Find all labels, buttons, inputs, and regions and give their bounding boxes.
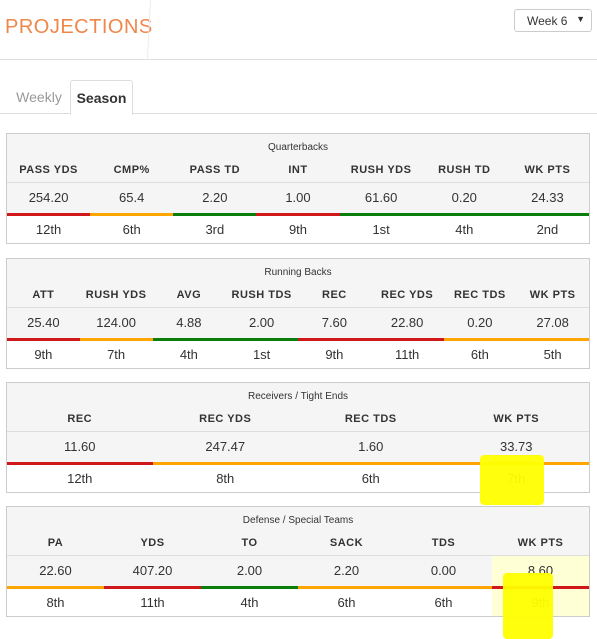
values-row: 22.60 407.20 2.00 2.20 0.00 8.60 bbox=[7, 556, 589, 586]
panel-quarterbacks: Quarterbacks PASS YDS CMP% PASS TD INT RUSH Y… bbox=[6, 133, 590, 244]
rank-value: 4th bbox=[240, 595, 259, 610]
rank-value: 6th bbox=[434, 595, 453, 610]
column-header: AVG bbox=[176, 289, 202, 301]
rank-value: 6th bbox=[361, 471, 380, 486]
column-header: PASS TD bbox=[189, 164, 241, 176]
column-header: ATT bbox=[32, 289, 55, 301]
rank-value: 8th bbox=[216, 471, 235, 486]
stat-value: 2.00 bbox=[248, 315, 275, 330]
stat-value: 65.4 bbox=[119, 190, 145, 205]
ranks-row: 12th 6th 3rd 9th 1st 4th 2nd bbox=[7, 216, 589, 243]
rank-value: 6th bbox=[470, 347, 489, 362]
stat-value: 124.00 bbox=[96, 315, 136, 330]
column-header: REC TDS bbox=[453, 289, 506, 301]
column-header: SACK bbox=[329, 537, 364, 549]
caret-down-icon: ▼ bbox=[576, 14, 585, 24]
column-header-row: REC REC YDS REC TDS WK PTS bbox=[7, 407, 589, 432]
column-header: WK PTS bbox=[493, 413, 540, 425]
column-header: RUSH TDS bbox=[231, 289, 292, 301]
stat-value: 247.47 bbox=[205, 439, 246, 454]
rank-value: 4th bbox=[455, 222, 474, 237]
rank-value: 12th bbox=[35, 222, 62, 237]
week-select-value: Week 6 bbox=[527, 14, 568, 28]
rank-value: 3rd bbox=[205, 222, 225, 237]
highlighter-mark bbox=[480, 455, 544, 505]
tab-season[interactable]: Season bbox=[70, 80, 133, 115]
stat-value: 22.80 bbox=[390, 315, 424, 330]
column-header: CMP% bbox=[113, 164, 150, 176]
column-header: REC bbox=[67, 413, 93, 425]
stat-value: 2.20 bbox=[202, 190, 228, 205]
column-header: TDS bbox=[431, 537, 456, 549]
stat-value: 25.40 bbox=[27, 315, 60, 330]
column-header-row: ATT RUSH YDS AVG RUSH TDS REC REC YDS REC TDS W… bbox=[7, 283, 589, 308]
stat-value: 4.88 bbox=[176, 315, 202, 330]
rank-value: 6th bbox=[337, 595, 356, 610]
tab-bar: Weekly Season bbox=[0, 80, 597, 115]
stat-value: 1.60 bbox=[358, 439, 384, 454]
highlighter-mark bbox=[503, 573, 553, 639]
stat-value: 7.60 bbox=[321, 315, 348, 330]
stat-value: 254.20 bbox=[28, 190, 69, 205]
values-row: 254.20 65.4 2.20 1.00 61.60 0.20 24.33 bbox=[7, 183, 589, 213]
rank-value: 9th bbox=[288, 222, 308, 237]
column-header: RUSH TD bbox=[438, 164, 491, 176]
rank-value: 7th bbox=[107, 347, 126, 362]
panel-title: Receivers / Tight Ends bbox=[7, 383, 589, 407]
rank-value: 4th bbox=[179, 347, 198, 362]
rank-value: 8th bbox=[46, 595, 65, 610]
week-select[interactable]: Week 6 ▼ bbox=[514, 9, 592, 32]
column-header: WK PTS bbox=[524, 164, 571, 176]
rank-value: 6th bbox=[122, 222, 141, 237]
rank-value: 2nd bbox=[536, 222, 559, 237]
stat-value: 11.60 bbox=[63, 439, 96, 454]
rank-value: 1st bbox=[252, 347, 271, 362]
column-header: YDS bbox=[140, 537, 165, 549]
stat-value: 1.00 bbox=[285, 190, 311, 205]
column-header-row: PA YDS TO SACK TDS WK PTS bbox=[7, 531, 589, 556]
panel-title: Quarterbacks bbox=[7, 134, 589, 158]
page-title: PROJECTIONS bbox=[5, 16, 153, 38]
column-header: REC bbox=[322, 289, 347, 301]
stat-value: 407.20 bbox=[132, 563, 173, 578]
ranks-row: 8th11th4th6th6th9th bbox=[7, 589, 589, 616]
ranks-row: 9th 7th 4th 1st 9th 11th 6th 5th bbox=[7, 341, 589, 368]
column-header: RUSH YDS bbox=[85, 289, 147, 301]
column-header: REC YDS bbox=[381, 289, 434, 301]
tab-weekly[interactable]: Weekly bbox=[8, 80, 70, 114]
rank-value: 11th bbox=[140, 595, 165, 610]
column-header: INT bbox=[288, 164, 308, 176]
stat-value: 27.08 bbox=[536, 315, 569, 330]
column-header: WK PTS bbox=[529, 289, 576, 301]
stat-value: 2.20 bbox=[333, 563, 360, 578]
rank-value: 5th bbox=[543, 347, 562, 362]
column-header-row: PASS YDS CMP% PASS TD INT RUSH YDS RUSH TD WK … bbox=[7, 158, 589, 183]
stat-value: 24.33 bbox=[531, 190, 564, 205]
panel-title: Defense / Special Teams bbox=[7, 507, 589, 531]
column-header: TO bbox=[241, 537, 258, 549]
panel-title: Running Backs bbox=[7, 259, 589, 283]
rank-value: 12th bbox=[67, 471, 93, 486]
stat-value: 0.00 bbox=[430, 563, 457, 578]
values-row: 25.40 124.00 4.88 2.00 7.60 22.80 0.20 27.08 bbox=[7, 308, 589, 338]
rank-value: 1st bbox=[372, 222, 390, 237]
rank-value: 9th bbox=[325, 347, 344, 362]
column-header: RUSH YDS bbox=[350, 164, 412, 176]
page-header: PROJECTIONS Week 6 ▼ bbox=[0, 0, 597, 60]
panel-running-backs: Running Backs ATT RUSH YDS AVG RUSH TDS REC RE… bbox=[6, 258, 590, 369]
column-header: REC YDS bbox=[199, 413, 252, 425]
stat-value: 0.20 bbox=[451, 190, 477, 205]
rank-value: 9th bbox=[34, 347, 53, 362]
column-header: REC TDS bbox=[344, 413, 397, 425]
stat-value: 2.00 bbox=[236, 563, 263, 578]
rank-value: 11th bbox=[394, 347, 420, 362]
stat-value: 22.60 bbox=[39, 563, 72, 578]
column-header: WK PTS bbox=[517, 537, 564, 549]
stat-value: 0.20 bbox=[467, 315, 493, 330]
stat-value: 61.60 bbox=[364, 190, 398, 205]
column-header: PASS YDS bbox=[19, 164, 78, 176]
column-header: PA bbox=[47, 537, 64, 549]
